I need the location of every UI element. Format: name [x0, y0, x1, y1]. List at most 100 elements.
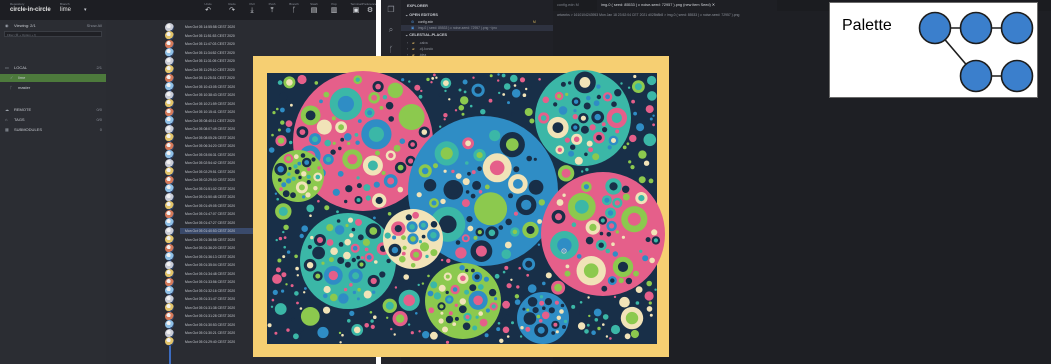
avatar	[165, 269, 174, 278]
artwork-circle	[454, 109, 458, 112]
filter-input[interactable]: Filter (⌘ + Option + f)	[4, 31, 102, 37]
artwork-circle	[644, 291, 654, 301]
search-icon[interactable]: ⌕	[386, 25, 396, 35]
artwork-circle	[579, 77, 591, 88]
sidebar-item-local[interactable]: ▭ LOCAL 2/1	[0, 64, 106, 72]
table-row[interactable]: Mon Oct 05 11:47:03 CEST 2020	[180, 41, 376, 47]
artwork-circle	[471, 170, 476, 175]
avatar	[165, 218, 174, 227]
tab-config[interactable]: config.edn M	[553, 0, 597, 11]
commit-message: Mon Oct 05 01:36:20 CEST 2020	[185, 246, 236, 250]
artwork-circle	[427, 290, 434, 297]
artwork-circle	[651, 229, 658, 236]
folder-header[interactable]: ⌄ CELESTIAL-PLACES	[401, 32, 557, 39]
artwork-circle	[609, 337, 612, 340]
artwork-circle	[311, 157, 316, 162]
source-control-icon[interactable]: ᚴ	[386, 45, 396, 55]
artwork-circle	[467, 225, 474, 232]
artwork-circle	[649, 257, 655, 264]
artwork-circle	[564, 137, 570, 143]
artwork-circle	[345, 223, 349, 228]
artwork-circle	[553, 322, 558, 327]
artwork-circle	[574, 156, 583, 165]
artwork-circle	[475, 315, 479, 319]
artwork-circle	[556, 199, 564, 206]
artwork-circle	[268, 268, 275, 275]
toolbar-pull-button[interactable]: Pull ⤓	[242, 2, 262, 18]
artwork-circle	[293, 333, 299, 340]
artwork-circle	[337, 170, 344, 177]
tab-image[interactable]: img-0 ( seed: 85533 ) c noise-seed: 7295…	[597, 0, 777, 11]
chevron-down-icon[interactable]: ▾	[84, 8, 87, 13]
artwork-circle	[339, 341, 342, 344]
sidebar-item-master[interactable]: ᚴ master	[0, 84, 106, 92]
artwork-circle	[365, 195, 371, 201]
toolbar-stash-button[interactable]: Stash ▤	[304, 2, 324, 18]
artwork-circle	[502, 317, 506, 321]
palette-swatch	[1000, 59, 1034, 93]
table-row[interactable]: Mon Oct 05 14:55:58 CEST 2020	[180, 24, 376, 30]
artwork-circle	[375, 196, 383, 205]
sidebar-item-lime[interactable]: ✓ lime	[0, 74, 106, 82]
branch-name[interactable]: lime	[60, 7, 71, 14]
artwork-circle	[598, 242, 604, 248]
artwork-circle	[480, 109, 486, 115]
undo-icon: ↶	[205, 7, 211, 14]
artwork-circle	[622, 193, 630, 201]
repository-name[interactable]: circle-in-circle	[10, 7, 51, 14]
toolbar-pop-button[interactable]: Pop ▥	[324, 2, 344, 18]
artwork-circle	[524, 108, 533, 116]
artwork-circle	[542, 96, 550, 104]
artwork-circle	[359, 262, 364, 267]
artwork-circle	[344, 199, 348, 204]
artwork-circle	[286, 328, 290, 332]
toolbar-undo-button[interactable]: Undo ↶	[198, 2, 218, 18]
artwork-circle	[573, 99, 579, 104]
artwork-circle	[397, 164, 404, 171]
repository-label: Repository	[10, 2, 25, 6]
artwork-circle	[391, 86, 400, 95]
artwork-circle	[612, 251, 618, 257]
artwork-circle	[278, 236, 283, 241]
artwork-circle	[281, 272, 287, 278]
artwork-circle	[368, 126, 384, 142]
artwork-circle	[605, 248, 611, 254]
palette-graph	[918, 11, 1034, 93]
artwork-circle	[461, 199, 470, 208]
artwork-circle	[430, 249, 438, 257]
artwork-circle	[548, 307, 555, 314]
artwork-circle	[460, 275, 466, 282]
pull-icon: ⤓	[250, 7, 254, 14]
toolbar-redo-button[interactable]: Redo ↷	[222, 2, 242, 18]
avatar	[165, 286, 174, 295]
artwork-circle	[370, 324, 375, 329]
artwork-circle	[413, 251, 420, 258]
show-all-button[interactable]: Show All	[87, 22, 102, 30]
sidebar-item-remote[interactable]: ☁ REMOTE 0/0	[0, 106, 106, 114]
artwork-circle	[554, 300, 559, 305]
sidebar-item-submodules[interactable]: ▦ SUBMODULES 0	[0, 126, 106, 134]
artwork-circle	[430, 331, 438, 340]
toolbar-push-button[interactable]: Push ⤒	[262, 2, 282, 18]
sidebar-item-tags[interactable]: ⌂ TAGS 0/0	[0, 116, 106, 124]
artwork-circle	[391, 246, 399, 254]
files-icon[interactable]: ❐	[386, 5, 396, 15]
artwork-circle	[348, 332, 351, 335]
artwork-circle	[502, 270, 506, 274]
table-row[interactable]: Mon Oct 05 11:34:52 CEST 2020	[180, 50, 376, 56]
toolbar-branch-button[interactable]: Branch ᚴ	[284, 2, 304, 18]
artwork-circle	[506, 283, 512, 289]
artwork-circle	[422, 331, 430, 339]
open-editors-header[interactable]: ⌄ OPEN EDITORS	[401, 12, 557, 19]
artwork-circle	[305, 192, 311, 198]
artwork-circle	[609, 182, 618, 191]
artwork-circle	[299, 233, 304, 239]
section-icon: ▭	[5, 65, 9, 70]
palette-swatch	[918, 11, 952, 45]
section-icon: ☁	[5, 107, 9, 112]
artwork-circle	[367, 160, 378, 171]
artwork-circle	[443, 118, 446, 121]
open-editor-item[interactable]: ▣ img-0 ( seed: 85533 ) c noise-seed: 729…	[401, 25, 553, 31]
toolbar-preferences-button[interactable]: Preferences⚙	[360, 2, 376, 18]
table-row[interactable]: Mon Oct 05 11:51:53 CEST 2020	[180, 33, 376, 39]
